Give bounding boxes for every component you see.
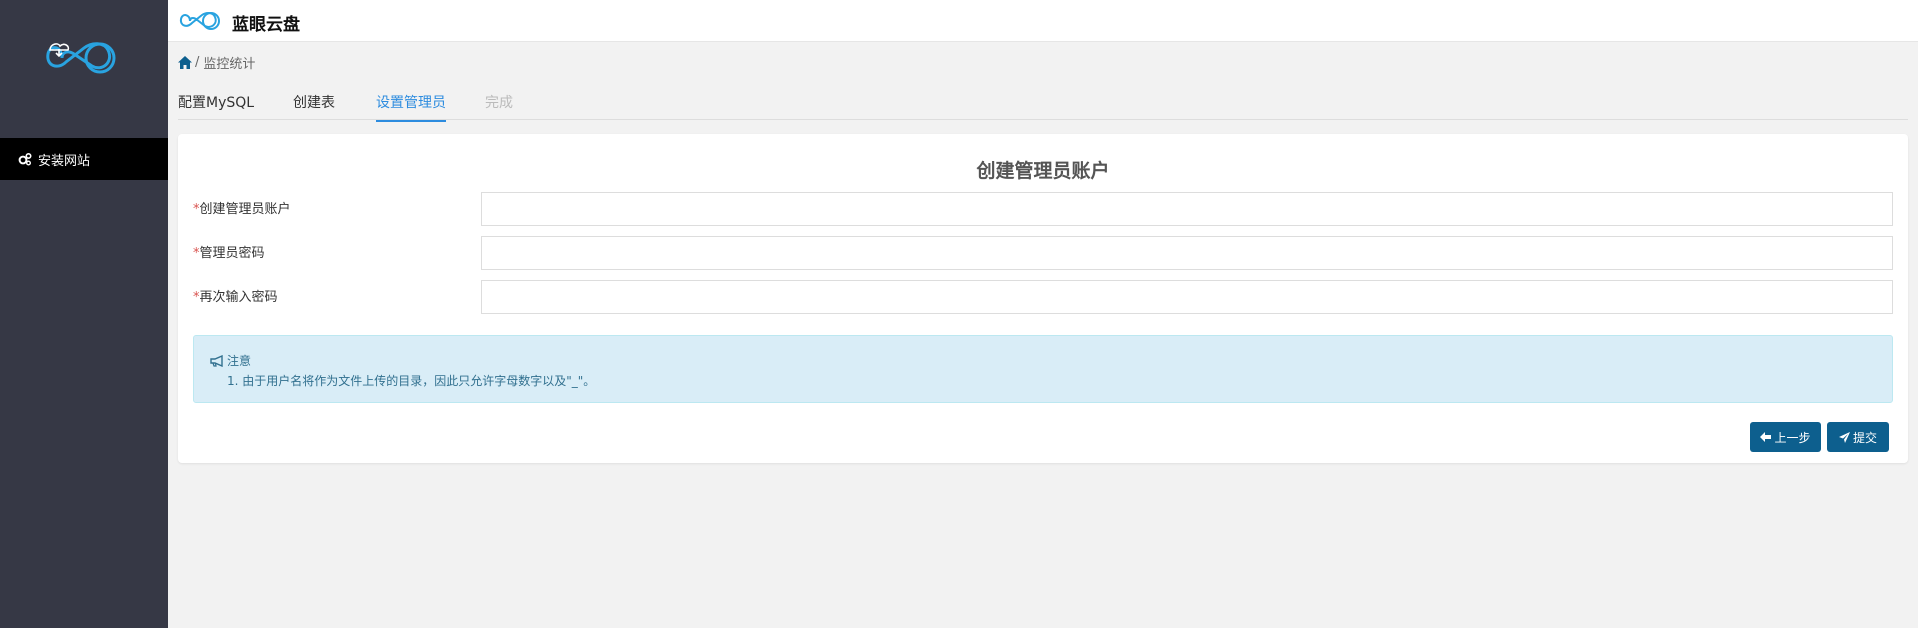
tab-set-admin[interactable]: 设置管理员: [376, 92, 446, 122]
paper-plane-icon: [1838, 431, 1850, 443]
confirm-password-label: *再次输入密码: [193, 290, 278, 305]
breadcrumb-separator: /: [195, 55, 200, 70]
logo-icon: [46, 42, 116, 74]
tab-finish: 完成: [485, 95, 513, 111]
sidebar-item-install[interactable]: 安装网站: [0, 138, 168, 180]
sidebar: 安装网站: [0, 0, 168, 628]
submit-button[interactable]: 提交: [1827, 422, 1889, 452]
form-row-username: *创建管理员账户: [193, 192, 1893, 226]
home-icon[interactable]: [178, 56, 192, 69]
install-steps-tabs: 配置MySQL 创建表 设置管理员 完成: [178, 88, 1908, 122]
password-label: *管理员密码: [193, 246, 265, 261]
username-input[interactable]: [481, 192, 1893, 226]
app-name: 蓝眼云盘: [232, 15, 300, 35]
bullhorn-icon: [210, 354, 223, 367]
form-row-confirm-password: *再次输入密码: [193, 280, 1893, 314]
breadcrumb: / 监控统计: [178, 53, 255, 72]
top-header: 蓝眼云盘: [168, 0, 1918, 42]
cogs-icon: [18, 152, 32, 166]
sidebar-item-label: 安装网站: [38, 153, 91, 169]
notice-title: 注意: [227, 354, 252, 368]
tab-mysql[interactable]: 配置MySQL: [178, 92, 254, 120]
confirm-password-input[interactable]: [481, 280, 1893, 314]
tab-create-tables[interactable]: 创建表: [293, 92, 335, 120]
arrow-left-icon: [1760, 432, 1772, 442]
breadcrumb-current: 监控统计: [203, 57, 256, 72]
admin-form-card: 创建管理员账户 *创建管理员账户 *管理员密码 *再次输入密码 注意 1. 由于…: [178, 134, 1908, 463]
form-title: 创建管理员账户: [976, 160, 1110, 182]
form-row-password: *管理员密码: [193, 236, 1893, 270]
username-label: *创建管理员账户: [193, 202, 291, 217]
prev-step-button[interactable]: 上一步: [1750, 422, 1821, 452]
notice-line: 1. 由于用户名将作为文件上传的目录，因此只允许字母数字以及"_"。: [227, 374, 596, 388]
brand-logo-icon: [179, 11, 220, 30]
password-input[interactable]: [481, 236, 1893, 270]
notice-box: 注意 1. 由于用户名将作为文件上传的目录，因此只允许字母数字以及"_"。: [193, 335, 1893, 403]
